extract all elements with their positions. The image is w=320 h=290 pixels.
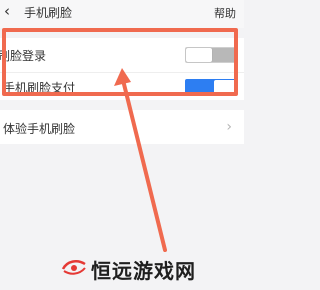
arrow-shaft [120, 74, 167, 252]
watermark-logo-icon [61, 260, 86, 275]
watermark: 恒远游戏网 [55, 251, 235, 283]
annotation-arrow [114, 68, 167, 252]
arrow-head [114, 68, 131, 86]
watermark-text: 恒远游戏网 [91, 259, 196, 283]
